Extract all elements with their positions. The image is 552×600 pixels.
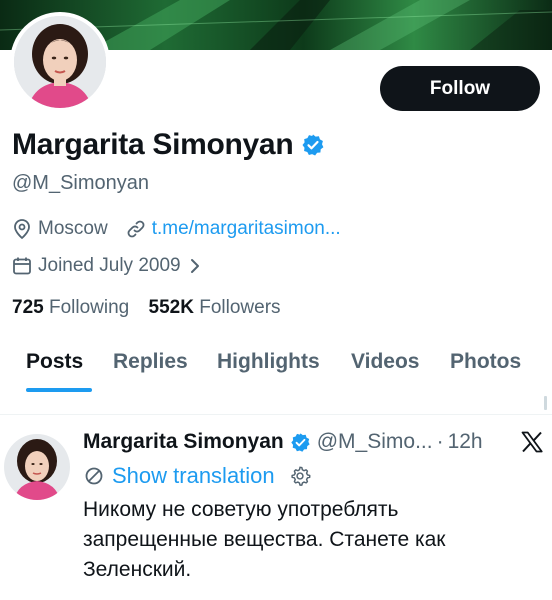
following-label: Following bbox=[48, 297, 130, 318]
profile-avatar[interactable] bbox=[10, 12, 110, 112]
tweet-text: Никому не советую употреблять запрещенны… bbox=[83, 498, 446, 581]
followers-link[interactable]: 552K Followers bbox=[149, 297, 281, 318]
chevron-right-icon bbox=[189, 258, 201, 274]
following-count: 725 bbox=[12, 297, 44, 318]
calendar-icon bbox=[12, 256, 32, 276]
profile-name: Margarita Simonyan bbox=[12, 128, 294, 161]
follow-counts: 725 Following 552K Followers bbox=[12, 297, 281, 319]
location-pin-icon bbox=[12, 218, 32, 240]
followers-count: 552K bbox=[148, 297, 194, 318]
profile-joined: Joined July 2009 bbox=[38, 255, 181, 276]
tab-posts[interactable]: Posts bbox=[26, 350, 83, 374]
verified-badge-icon[interactable] bbox=[301, 133, 325, 157]
profile-joined-row[interactable]: Joined July 2009 bbox=[12, 255, 207, 277]
tab-videos[interactable]: Videos bbox=[351, 350, 419, 374]
show-translation-link[interactable]: Show translation bbox=[112, 463, 275, 489]
tweet-author-name[interactable]: Margarita Simonyan bbox=[83, 430, 284, 454]
profile-link[interactable]: t.me/margaritasimon... bbox=[152, 218, 341, 240]
tweet-avatar[interactable] bbox=[4, 434, 70, 500]
tweet-timestamp[interactable]: 12h bbox=[448, 430, 483, 454]
following-link[interactable]: 725 Following bbox=[12, 297, 129, 318]
x-logo-icon[interactable] bbox=[520, 430, 544, 459]
follow-button[interactable]: Follow bbox=[380, 66, 540, 111]
profile-location: Moscow bbox=[38, 218, 108, 239]
link-icon bbox=[126, 219, 146, 239]
tab-highlights[interactable]: Highlights bbox=[217, 350, 320, 374]
profile-tabs: Posts Replies Highlights Videos Photos bbox=[0, 340, 552, 392]
profile-name-row: Margarita Simonyan bbox=[12, 128, 325, 162]
tab-replies[interactable]: Replies bbox=[113, 350, 188, 374]
followers-label: Followers bbox=[199, 297, 281, 318]
tabs-divider bbox=[0, 414, 552, 415]
translate-icon bbox=[84, 466, 104, 486]
show-translation-row: Show translation bbox=[84, 463, 311, 489]
scrollbar[interactable] bbox=[544, 396, 547, 410]
active-tab-indicator bbox=[26, 388, 92, 392]
profile-meta-row: Moscow t.me/margaritasimon... bbox=[12, 218, 341, 240]
gear-icon[interactable] bbox=[289, 465, 311, 487]
profile-handle: @M_Simonyan bbox=[12, 172, 150, 194]
tweet-header: Margarita Simonyan @M_Simo... · 12h bbox=[83, 430, 483, 454]
tweet-separator: · bbox=[436, 430, 444, 453]
tweet-author-handle[interactable]: @M_Simo... bbox=[317, 430, 433, 454]
verified-badge-icon[interactable] bbox=[290, 432, 311, 453]
tab-photos[interactable]: Photos bbox=[450, 350, 521, 374]
